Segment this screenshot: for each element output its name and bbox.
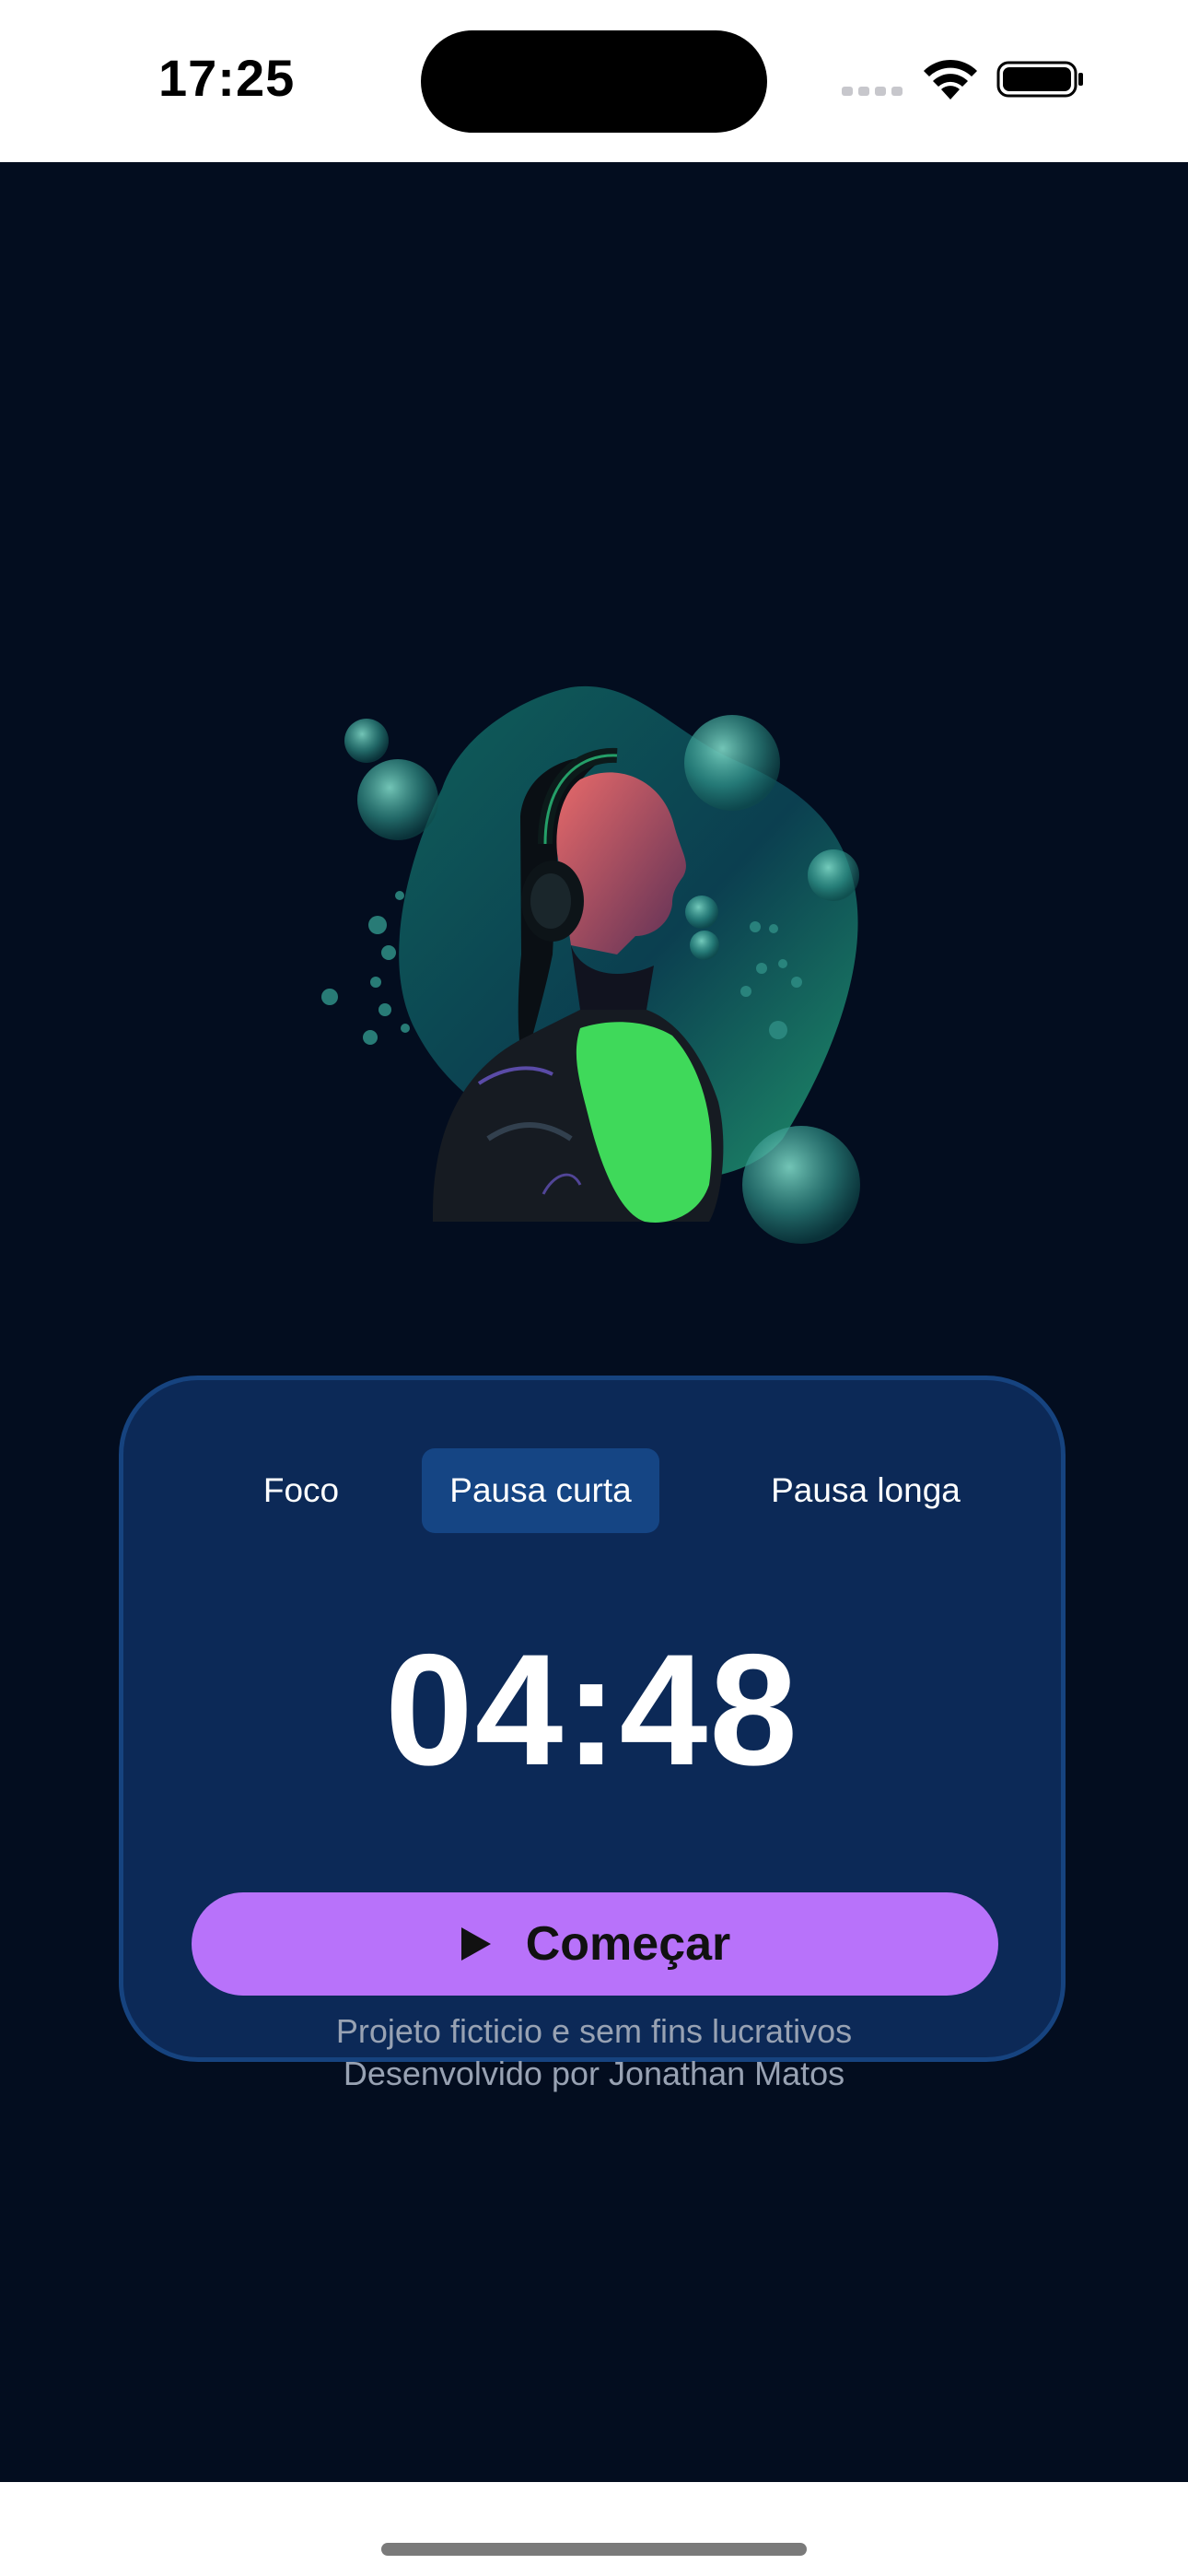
play-icon — [460, 1927, 491, 1961]
woman-with-headphones-illustration — [321, 685, 860, 1244]
status-time: 17:25 — [158, 49, 296, 107]
start-button[interactable]: Começar — [192, 1892, 998, 1996]
cellular-signal-icon — [842, 87, 903, 96]
footer-line-2: Desenvolvido por Jonathan Matos — [343, 2055, 845, 2092]
tab-foco[interactable]: Foco — [232, 1448, 370, 1533]
footer-line-1: Projeto ficticio e sem fins lucrativos — [335, 2012, 853, 2050]
dynamic-island — [421, 30, 767, 133]
home-indicator-area — [0, 2482, 1188, 2576]
tab-pausa-longa[interactable]: Pausa longa — [728, 1448, 1004, 1533]
home-indicator[interactable] — [381, 2543, 807, 2556]
footer: Projeto ficticio e sem fins lucrativos D… — [0, 2010, 1188, 2095]
wifi-icon — [924, 59, 977, 100]
start-button-label: Começar — [525, 1917, 731, 1971]
app-screen: Foco Pausa curta Pausa longa 04:48 Começ… — [0, 162, 1188, 2482]
battery-icon — [996, 61, 1083, 98]
timer-display: 04:48 — [385, 1622, 799, 1798]
timer-card: Foco Pausa curta Pausa longa 04:48 Começ… — [119, 1376, 1066, 2062]
tab-pausa-curta[interactable]: Pausa curta — [422, 1448, 659, 1533]
status-bar: 17:25 — [0, 0, 1188, 162]
